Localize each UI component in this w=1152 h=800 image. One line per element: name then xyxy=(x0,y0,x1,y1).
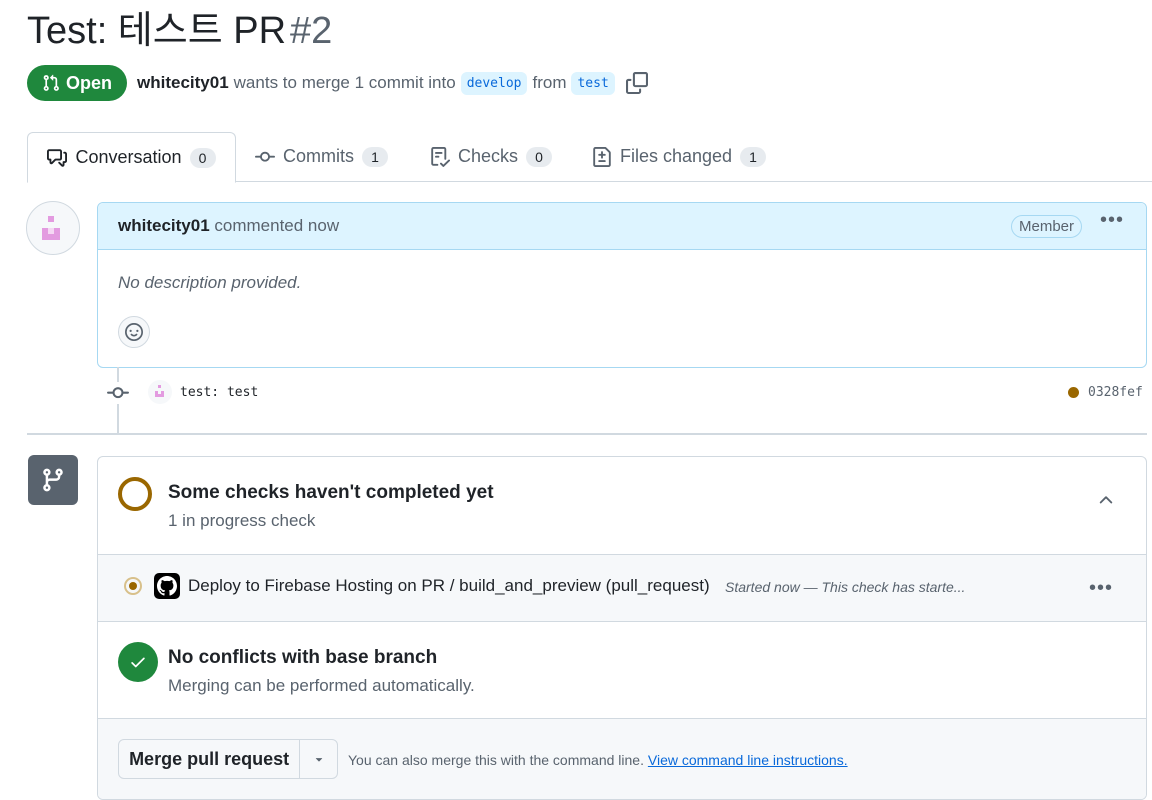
git-commit-icon xyxy=(107,382,129,404)
tab-files-changed[interactable]: Files changed 1 xyxy=(592,132,767,181)
pr-number: #2 xyxy=(290,10,333,52)
git-commit-icon xyxy=(255,151,275,162)
pr-meta: whitecity01 wants to merge 1 commit into… xyxy=(137,70,648,96)
check-row: Deploy to Firebase Hosting on PR / build… xyxy=(98,555,1146,622)
add-reaction-button[interactable] xyxy=(118,316,150,348)
base-branch[interactable]: develop xyxy=(460,71,528,95)
pr-summary: wants to merge 1 commit into xyxy=(233,73,456,92)
tab-conversation-count: 0 xyxy=(189,147,216,168)
conflicts-subheading: Merging can be performed automatically. xyxy=(168,676,475,695)
copy-icon[interactable] xyxy=(625,72,648,94)
smiley-icon xyxy=(125,323,143,341)
merge-button-group: Merge pull request xyxy=(118,739,338,779)
from-text: from xyxy=(532,73,567,92)
checks-heading: Some checks haven't completed yet xyxy=(168,482,494,503)
pr-state-badge: Open xyxy=(27,65,127,101)
chevron-up-icon[interactable] xyxy=(1096,490,1116,510)
conflicts-section: No conflicts with base branch Merging ca… xyxy=(98,622,1146,719)
pr-title-text: Test: 테스트 PR xyxy=(27,10,287,52)
merge-actions: Merge pull request You can also merge th… xyxy=(98,719,1146,799)
tab-checks-count: 0 xyxy=(526,146,553,167)
file-diff-icon xyxy=(593,146,611,167)
merge-method-dropdown[interactable] xyxy=(300,740,337,778)
comment-body: No description provided. xyxy=(118,273,302,292)
comment-author-link[interactable]: whitecity01 xyxy=(118,216,210,235)
tab-files-changed-count: 1 xyxy=(740,146,767,167)
identicon-icon xyxy=(42,216,60,240)
tab-files-changed-label: Files changed xyxy=(620,146,733,166)
tab-checks[interactable]: Checks 0 xyxy=(430,132,553,181)
commit-sha-link[interactable]: 0328fef xyxy=(1088,385,1143,400)
merge-hint: You can also merge this with the command… xyxy=(348,752,848,768)
pending-ring-icon xyxy=(118,477,152,511)
commit-message-link[interactable]: test: test xyxy=(180,385,258,400)
check-circle-icon xyxy=(118,642,158,682)
check-name[interactable]: Deploy to Firebase Hosting on PR / build… xyxy=(188,576,710,596)
kebab-horizontal-icon[interactable]: ••• xyxy=(1089,578,1113,598)
comment-header: whitecity01 commented now Member ••• xyxy=(98,203,1146,250)
pr-author-link[interactable]: whitecity01 xyxy=(137,73,229,93)
timeline-divider xyxy=(27,433,1147,435)
tab-conversation[interactable]: Conversation 0 xyxy=(27,132,236,183)
pr-title: Test: 테스트 PR #2 xyxy=(27,6,332,56)
comment-meta: whitecity01 commented now xyxy=(118,216,339,236)
checks-subheading: 1 in progress check xyxy=(168,511,316,530)
commit-avatar[interactable] xyxy=(148,380,172,404)
checklist-icon xyxy=(431,146,450,167)
comment-timestamp[interactable]: commented now xyxy=(214,216,339,235)
tab-conversation-label: Conversation xyxy=(75,147,182,167)
merge-pull-request-button[interactable]: Merge pull request xyxy=(119,740,301,778)
command-line-instructions-link[interactable]: View command line instructions. xyxy=(648,752,848,768)
tab-checks-label: Checks xyxy=(458,146,519,166)
git-pull-request-icon xyxy=(43,74,59,91)
merge-box: Some checks haven't completed yet 1 in p… xyxy=(97,456,1147,800)
identicon-icon xyxy=(155,385,164,397)
tab-commits-label: Commits xyxy=(283,146,354,166)
comment-box: whitecity01 commented now Member ••• No … xyxy=(97,202,1147,368)
comment-discussion-icon xyxy=(47,148,68,167)
commit-status-dot[interactable] xyxy=(1068,387,1079,398)
head-branch[interactable]: test xyxy=(571,71,615,95)
checks-summary: Some checks haven't completed yet 1 in p… xyxy=(98,457,1146,555)
github-app-icon xyxy=(154,573,180,599)
in-progress-dot-icon xyxy=(124,577,142,595)
triangle-down-icon xyxy=(315,758,322,762)
merge-hint-text: You can also merge this with the command… xyxy=(348,752,644,768)
check-description: Started now — This check has starte... xyxy=(725,579,966,595)
avatar[interactable] xyxy=(26,201,80,255)
tab-commits-count: 1 xyxy=(362,146,388,167)
pr-state-label: Open xyxy=(65,72,112,93)
tab-commits[interactable]: Commits 1 xyxy=(255,132,388,181)
role-badge: Member xyxy=(1011,215,1083,238)
kebab-horizontal-icon[interactable]: ••• xyxy=(1100,210,1124,230)
git-branch-icon xyxy=(28,455,78,505)
conflicts-heading: No conflicts with base branch xyxy=(168,647,438,668)
